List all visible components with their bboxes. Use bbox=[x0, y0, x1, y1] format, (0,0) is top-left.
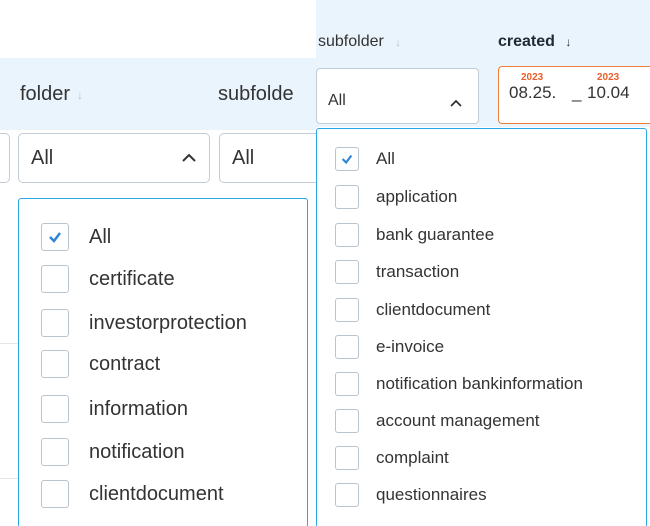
row-divider bbox=[0, 343, 18, 344]
option-label: application bbox=[376, 187, 458, 206]
option-label: complaint bbox=[376, 448, 449, 467]
subfolder-dropdown-list: All application bank guarantee transacti… bbox=[316, 128, 647, 526]
column-header-subfolder[interactable]: subfolder ↓ bbox=[318, 33, 401, 51]
option-contract[interactable]: contract bbox=[41, 350, 160, 378]
checkbox[interactable] bbox=[335, 298, 359, 322]
select-value: All bbox=[328, 92, 346, 109]
option-label: information bbox=[89, 397, 188, 420]
column-title: subfolder bbox=[318, 33, 384, 50]
sort-arrow-icon[interactable]: ↓ bbox=[565, 35, 571, 49]
column-title: subfolde bbox=[218, 83, 294, 105]
from-date[interactable]: 08.25. bbox=[509, 83, 556, 103]
folder-dropdown-list: All certificate investorprotection contr… bbox=[18, 198, 308, 526]
option-questionnaires[interactable]: questionnaires bbox=[335, 483, 487, 507]
column-title: created bbox=[498, 33, 555, 50]
check-icon bbox=[49, 232, 61, 243]
column-header-created[interactable]: created ↓ bbox=[498, 33, 571, 51]
checkbox[interactable] bbox=[335, 483, 359, 507]
checkbox[interactable] bbox=[335, 223, 359, 247]
option-label: bank guarantee bbox=[376, 225, 495, 244]
option-label: notification bbox=[89, 440, 185, 463]
option-bank-guarantee[interactable]: bank guarantee bbox=[335, 223, 494, 247]
option-clientdocument[interactable]: clientdocument bbox=[335, 298, 490, 322]
select-value: All bbox=[31, 146, 54, 169]
option-label: All bbox=[376, 149, 395, 168]
column-title: folder bbox=[20, 83, 71, 105]
checkbox[interactable] bbox=[41, 480, 69, 508]
option-notification-bankinformation[interactable]: notification bankinformation bbox=[335, 372, 583, 396]
folder-select[interactable]: All bbox=[18, 133, 210, 183]
checkbox[interactable] bbox=[335, 335, 359, 359]
sort-arrow-icon[interactable]: ↓ bbox=[77, 88, 83, 102]
checkbox[interactable] bbox=[41, 350, 69, 378]
option-e-invoice[interactable]: e-invoice bbox=[335, 335, 444, 359]
checkbox[interactable] bbox=[335, 185, 359, 209]
column-header-folder[interactable]: folder ↓ bbox=[20, 83, 83, 106]
check-icon bbox=[341, 154, 353, 165]
checkbox[interactable] bbox=[335, 409, 359, 433]
previous-column-select[interactable] bbox=[0, 133, 10, 183]
option-label: account management bbox=[376, 411, 540, 430]
sort-arrow-icon[interactable]: ↓ bbox=[395, 37, 401, 49]
option-label: questionnaires bbox=[376, 485, 487, 504]
checkbox[interactable] bbox=[41, 395, 69, 423]
row-divider bbox=[0, 478, 18, 479]
select-value: All bbox=[232, 146, 255, 169]
checkbox[interactable] bbox=[41, 438, 69, 466]
option-label: transaction bbox=[376, 262, 460, 281]
from-year: 2023 bbox=[521, 72, 544, 83]
option-label: clientdocument bbox=[376, 300, 491, 319]
option-application[interactable]: application bbox=[335, 185, 457, 209]
to-year: 2023 bbox=[597, 72, 620, 83]
option-label: clientdocument bbox=[89, 482, 224, 505]
option-investorprotection[interactable]: investorprotection bbox=[41, 309, 247, 337]
option-label: e-invoice bbox=[376, 337, 445, 356]
column-header-subfolder[interactable]: subfolde bbox=[218, 83, 294, 106]
subfolder-select[interactable]: All bbox=[316, 68, 479, 124]
option-account-management[interactable]: account management bbox=[335, 409, 540, 433]
to-date[interactable]: 10.04 bbox=[587, 83, 630, 103]
chevron-up-icon bbox=[182, 153, 196, 162]
subfolder-select[interactable]: All bbox=[219, 133, 316, 183]
checkbox[interactable] bbox=[41, 309, 69, 337]
option-label: notification bankinformation bbox=[376, 374, 583, 393]
option-notification[interactable]: notification bbox=[41, 438, 185, 466]
option-certificate[interactable]: certificate bbox=[41, 265, 175, 293]
date-separator: _ bbox=[572, 83, 582, 102]
chevron-up-icon bbox=[450, 99, 462, 107]
option-label: contract bbox=[89, 352, 161, 375]
option-information[interactable]: information bbox=[41, 395, 188, 423]
left-filter-panel: folder ↓ subfolde All All All certificat… bbox=[0, 0, 316, 526]
right-filter-panel: subfolder ↓ created ↓ All 2023 2023 08.2… bbox=[316, 0, 650, 526]
option-label: certificate bbox=[89, 267, 175, 290]
checkbox[interactable] bbox=[41, 223, 69, 251]
checkbox[interactable] bbox=[335, 147, 359, 171]
option-complaint[interactable]: complaint bbox=[335, 446, 449, 470]
created-date-range[interactable]: 2023 2023 08.25. _ 10.04 bbox=[498, 66, 650, 124]
option-label: All bbox=[89, 225, 112, 248]
option-all[interactable]: All bbox=[335, 147, 395, 171]
option-transaction[interactable]: transaction bbox=[335, 260, 459, 284]
option-clientdocument[interactable]: clientdocument bbox=[41, 480, 224, 508]
option-label: investorprotection bbox=[89, 311, 247, 334]
checkbox[interactable] bbox=[335, 260, 359, 284]
option-all[interactable]: All bbox=[41, 223, 111, 251]
checkbox[interactable] bbox=[41, 265, 69, 293]
checkbox[interactable] bbox=[335, 446, 359, 470]
checkbox[interactable] bbox=[335, 372, 359, 396]
